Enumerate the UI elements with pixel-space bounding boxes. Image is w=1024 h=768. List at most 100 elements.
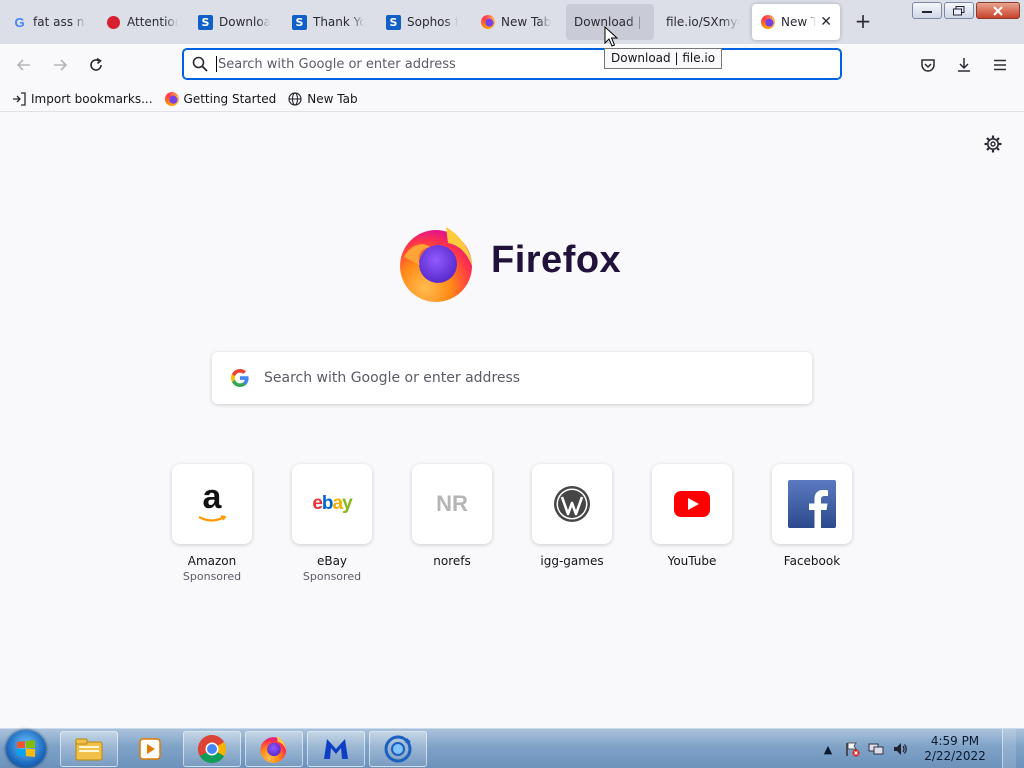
firefox-icon [164,91,179,106]
tile-icon-box: ebay [292,464,372,544]
close-tab-icon[interactable]: ✕ [820,14,832,30]
tile-title: Facebook [783,554,841,568]
chrome-icon [198,735,226,763]
top-site-amazon[interactable]: a Amazon Sponsored [172,464,252,583]
new-tab-button[interactable]: + [852,11,874,33]
newtab-search-box[interactable] [212,352,812,404]
tab-label: Download [219,15,270,29]
settings-gear-icon[interactable] [984,135,1002,153]
download-icon [958,58,970,72]
tab-sophos-thank-you[interactable]: S Thank You [284,4,372,40]
network-icon[interactable] [868,741,884,757]
navigation-toolbar [0,44,1024,86]
top-site-ebay[interactable]: ebay eBay Sponsored [292,464,372,583]
hamburger-menu-icon [994,59,1006,71]
tab-label: file.io/SXmye [666,15,740,29]
restore-button[interactable] [944,2,974,19]
tab-label: fat ass nig [33,15,86,29]
app-menu-button[interactable] [989,54,1011,76]
forward-arrow-icon [54,59,68,71]
taskbar-firefox[interactable] [245,731,303,767]
tile-icon-box: a [172,464,252,544]
tab-google-search[interactable]: G fat ass nig [4,4,94,40]
newtab-search-input[interactable] [264,370,784,386]
top-site-norefs[interactable]: NR norefs [412,464,492,568]
explorer-icon [75,738,103,761]
system-clock[interactable]: 4:59 PM 2/22/2022 [922,734,988,764]
system-tray: ▲ 4:59 PM 2/22/2022 [820,729,1016,768]
show-hidden-icons-button[interactable]: ▲ [820,741,836,757]
bookmarks-toolbar: Import bookmarks... Getting Started New … [0,86,1024,112]
volume-icon[interactable] [892,741,908,757]
tab-label: Sophos fi [407,15,458,29]
tile-sponsored-label: Sponsored [182,570,242,583]
sophos-icon: S [198,14,213,30]
sophos-icon: S [386,14,401,30]
mouse-cursor-icon [604,26,618,47]
tab-attention[interactable]: Attention [98,4,186,40]
action-center-flag-icon[interactable] [844,741,860,757]
tab-new-tab[interactable]: New Tab [472,4,560,40]
back-button[interactable] [13,54,35,76]
sophos-update-icon [384,735,412,763]
taskbar-chrome[interactable] [183,731,241,767]
top-site-facebook[interactable]: Facebook [772,464,852,568]
tab-file-io-link[interactable]: file.io/SXmye [658,4,748,40]
tab-sophos-fi[interactable]: S Sophos fi [378,4,466,40]
tab-sophos-download[interactable]: S Download [190,4,278,40]
reload-button[interactable] [85,54,107,76]
media-player-icon [139,738,161,760]
tile-icon-box: NR [412,464,492,544]
bookmark-import[interactable]: Import bookmarks... [12,92,153,106]
bookmark-label: Getting Started [183,91,277,106]
firefox-wordmark: Firefox [491,239,622,281]
address-bar[interactable] [182,48,842,80]
bookmark-getting-started[interactable]: Getting Started [164,91,277,106]
close-icon [993,5,1003,16]
ebay-logo-icon: ebay [312,493,352,514]
pocket-button[interactable] [917,54,939,76]
windows-taskbar: ▲ 4:59 PM 2/22/2022 [0,728,1024,768]
taskbar-sophos-update[interactable] [369,731,427,767]
tab-label: Attention [127,15,178,29]
youtube-icon [674,491,710,517]
bookmark-label: New Tab [307,91,358,106]
tab-label: Thank You [313,15,364,29]
taskbar-explorer[interactable] [60,731,118,767]
pocket-icon [921,59,935,72]
new-tab-page: Firefox a Amazon Sponsored ebay eBay [0,113,1024,728]
start-button[interactable] [6,730,46,768]
firefox-logo [400,227,472,302]
tab-new-tab-active[interactable]: New Tab ✕ [752,4,840,40]
downloads-button[interactable] [953,54,975,76]
sophos-icon: S [292,14,307,30]
clock-time: 4:59 PM [930,734,980,748]
bookmark-new-tab[interactable]: New Tab [288,91,358,106]
facebook-icon [788,480,836,528]
reload-icon [90,57,102,71]
forward-button[interactable] [49,54,71,76]
minimize-button[interactable] [912,2,942,19]
tile-sponsored-label: Sponsored [302,570,362,583]
restore-icon [953,5,965,15]
show-desktop-button[interactable] [1002,729,1016,768]
bookmark-label: Import bookmarks... [31,91,153,106]
tile-icon-box [652,464,732,544]
tab-tooltip: Download | file.io [604,48,723,69]
top-site-youtube[interactable]: YouTube [652,464,732,568]
taskbar-media-player[interactable] [121,731,179,767]
tile-title: YouTube [667,554,717,568]
firefox-icon [260,736,287,763]
tab-strip: G fat ass nig Attention S Download S Tha… [0,0,1024,44]
import-icon [13,91,26,106]
google-icon: G [14,14,25,30]
taskbar-malwarebytes[interactable] [307,731,365,767]
malwarebytes-icon [324,739,348,759]
firefox-icon [760,15,775,30]
windows-logo-icon [17,740,35,757]
top-site-igg-games[interactable]: igg-games [532,464,612,568]
search-icon [192,56,208,72]
close-window-button[interactable] [976,2,1020,19]
text-caret [216,56,217,72]
amazon-logo-icon: a [197,480,227,526]
